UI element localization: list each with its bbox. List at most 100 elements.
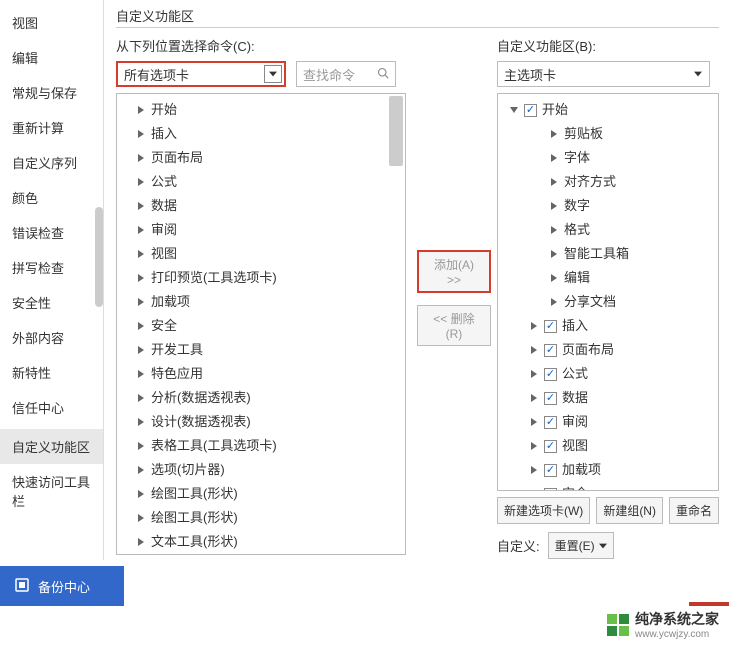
expander-icon [528, 464, 540, 476]
backup-center-button[interactable]: 备份中心 [0, 566, 124, 606]
checkbox[interactable] [524, 104, 537, 117]
tree-item[interactable]: 视图 [498, 434, 718, 458]
tree-item[interactable]: 分享文档 [498, 290, 718, 314]
sidebar-item-edit[interactable]: 编辑 [0, 40, 103, 75]
expander-icon [548, 224, 560, 236]
tree-item[interactable]: 对齐方式 [498, 170, 718, 194]
new-group-button[interactable]: 新建组(N) [596, 497, 663, 524]
tree-item[interactable]: 编辑 [498, 266, 718, 290]
expander-icon [528, 344, 540, 356]
tree-item[interactable]: 开发工具 [117, 338, 405, 362]
checkbox[interactable] [544, 416, 557, 429]
sidebar-item-security[interactable]: 安全性 [0, 285, 103, 320]
rename-button[interactable]: 重命名 [669, 497, 719, 524]
tree-item[interactable]: 数字 [498, 194, 718, 218]
chevron-down-icon [689, 64, 707, 84]
tree-item[interactable]: 审阅 [498, 410, 718, 434]
new-tab-button[interactable]: 新建选项卡(W) [497, 497, 590, 524]
tree-item[interactable]: 开始 [117, 98, 405, 122]
sidebar-item-view[interactable]: 视图 [0, 5, 103, 40]
tree-item[interactable]: 数据 [498, 386, 718, 410]
chevron-right-icon [135, 344, 147, 356]
tree-item[interactable]: 绘图工具(形状) [117, 482, 405, 506]
tree-item[interactable]: 审阅 [117, 218, 405, 242]
checkbox[interactable] [544, 344, 557, 357]
reset-button[interactable]: 重置(E) [548, 532, 614, 559]
sidebar-item-trust[interactable]: 信任中心 [0, 390, 103, 425]
ribbon-tree[interactable]: 开始剪贴板字体对齐方式数字格式智能工具箱编辑分享文档插入页面布局公式数据审阅视图… [497, 93, 719, 491]
sidebar-item-new-features[interactable]: 新特性 [0, 355, 103, 390]
expander-icon [548, 296, 560, 308]
tree-item[interactable]: 插入 [117, 122, 405, 146]
chevron-right-icon [135, 320, 147, 332]
tree-item[interactable]: 格式 [498, 218, 718, 242]
tree-item[interactable]: 数据 [117, 194, 405, 218]
tree-item[interactable]: 选项(切片器) [117, 458, 405, 482]
checkbox[interactable] [544, 464, 557, 477]
accent-line [689, 602, 729, 606]
sidebar-item-custom-seq[interactable]: 自定义序列 [0, 145, 103, 180]
expander-icon [528, 488, 540, 491]
sidebar-item-color[interactable]: 颜色 [0, 180, 103, 215]
search-input[interactable]: 查找命令 [296, 61, 396, 87]
tree-item[interactable]: 表格工具(工具选项卡) [117, 434, 405, 458]
customize-label: 自定义功能区(B): [497, 36, 719, 55]
chevron-right-icon [135, 464, 147, 476]
expander-icon [528, 416, 540, 428]
sidebar-item-recalc[interactable]: 重新计算 [0, 110, 103, 145]
checkbox[interactable] [544, 392, 557, 405]
tree-item[interactable]: 公式 [498, 362, 718, 386]
custom-label: 自定义: [497, 536, 540, 555]
sidebar-item-quick-access[interactable]: 快速访问工具栏 [0, 464, 103, 518]
tree-item[interactable]: 页面布局 [117, 146, 405, 170]
watermark: 纯净系统之家 www.ycwjzy.com [607, 609, 719, 640]
chevron-right-icon [135, 200, 147, 212]
tree-item[interactable]: 视图 [117, 242, 405, 266]
tree-item[interactable]: 剪贴板 [498, 122, 718, 146]
tree-item[interactable]: 智能工具箱 [498, 242, 718, 266]
tree-item[interactable]: 特色应用 [117, 362, 405, 386]
tree-item[interactable]: 分析(数据透视表) [117, 386, 405, 410]
tree-item[interactable]: 加载项 [117, 290, 405, 314]
tree-item[interactable]: 绘图工具(形状) [117, 506, 405, 530]
tree-item[interactable]: 效果设置(形状) [117, 554, 405, 555]
expander-icon [548, 128, 560, 140]
sidebar-item-spell-check[interactable]: 拼写检查 [0, 250, 103, 285]
sidebar-item-error-check[interactable]: 错误检查 [0, 215, 103, 250]
chevron-right-icon [135, 152, 147, 164]
tree-item[interactable]: 公式 [117, 170, 405, 194]
checkbox[interactable] [544, 368, 557, 381]
expander-icon [528, 320, 540, 332]
command-tree[interactable]: 开始插入页面布局公式数据审阅视图打印预览(工具选项卡)加载项安全开发工具特色应用… [116, 93, 406, 555]
tree-item[interactable]: 安全 [498, 482, 718, 491]
source-dropdown[interactable]: 所有选项卡 [116, 61, 286, 87]
tree-item[interactable]: 打印预览(工具选项卡) [117, 266, 405, 290]
tree-item[interactable]: 设计(数据透视表) [117, 410, 405, 434]
target-dropdown[interactable]: 主选项卡 [497, 61, 710, 87]
chevron-right-icon [135, 416, 147, 428]
expander-icon [548, 200, 560, 212]
backup-icon [14, 577, 30, 596]
checkbox[interactable] [544, 440, 557, 453]
expander-icon [508, 104, 520, 116]
tree-item[interactable]: 开始 [498, 98, 718, 122]
tree-item[interactable]: 页面布局 [498, 338, 718, 362]
sidebar-item-external[interactable]: 外部内容 [0, 320, 103, 355]
add-button[interactable]: 添加(A) >> [417, 250, 491, 293]
expander-icon [548, 248, 560, 260]
chevron-down-icon [599, 543, 607, 549]
section-title: 自定义功能区 [116, 6, 719, 28]
tree-item[interactable]: 字体 [498, 146, 718, 170]
tree-item[interactable]: 安全 [117, 314, 405, 338]
tree-item[interactable]: 加载项 [498, 458, 718, 482]
expander-icon [528, 440, 540, 452]
search-icon [377, 67, 389, 82]
checkbox[interactable] [544, 488, 557, 492]
remove-button[interactable]: << 删除(R) [417, 305, 491, 346]
sidebar-item-general-save[interactable]: 常规与保存 [0, 75, 103, 110]
checkbox[interactable] [544, 320, 557, 333]
tree-item[interactable]: 文本工具(形状) [117, 530, 405, 554]
tree-item[interactable]: 插入 [498, 314, 718, 338]
chevron-right-icon [135, 176, 147, 188]
sidebar-item-customize-ribbon[interactable]: 自定义功能区 [0, 429, 103, 464]
